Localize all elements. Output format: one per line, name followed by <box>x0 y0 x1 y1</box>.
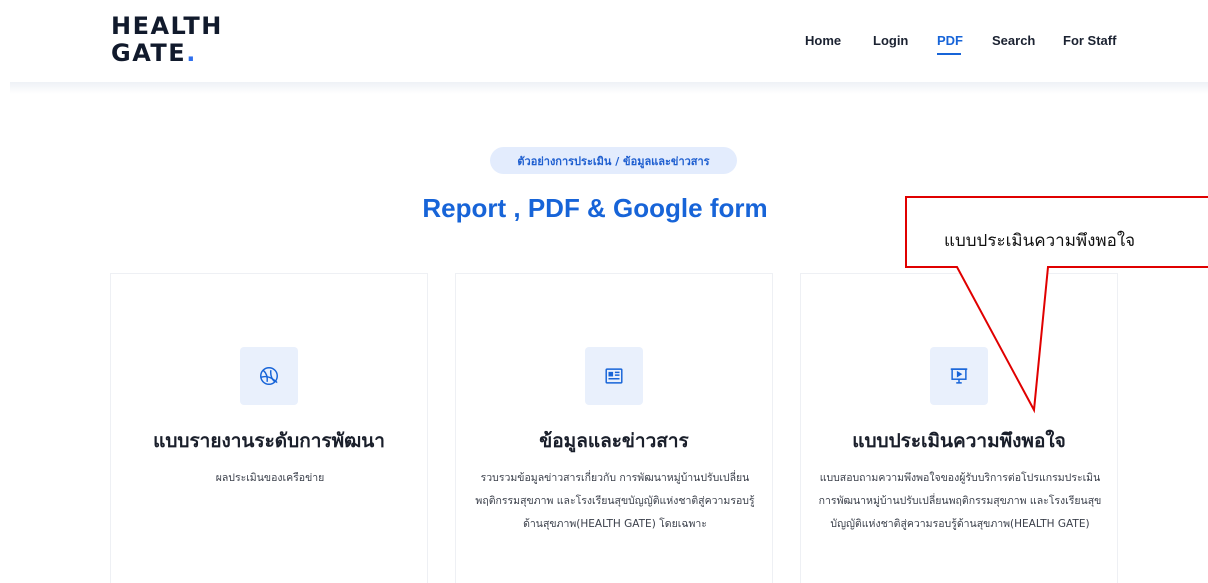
card-description: รวบรวมข้อมูลข่าวสารเกี่ยวกับ การพัฒนาหมู… <box>475 472 755 530</box>
nav-pdf[interactable]: PDF <box>937 33 963 48</box>
section-title-text: Report , PDF & Google form <box>422 193 768 223</box>
newspaper-icon <box>605 368 623 384</box>
card-description: ผลประเมินของเครือข่าย <box>215 472 325 484</box>
site-header: HEALTH GATE. Home Login PDF Search For S… <box>0 0 1208 84</box>
logo-line-1: HEALTH <box>111 12 223 40</box>
presentation-icon <box>950 368 968 384</box>
card-development-report[interactable]: แบบรายงานระดับการพัฒนา ผลประเมินของเครือ… <box>110 273 428 583</box>
card-icon-box <box>585 347 643 405</box>
card-title: ข้อมูลและข่าวสาร <box>539 430 689 452</box>
logo-dot: . <box>186 39 197 67</box>
card-icon-box <box>930 347 988 405</box>
card-satisfaction-survey[interactable]: แบบประเมินความพึงพอใจ แบบสอบถามความพึงพอ… <box>800 273 1118 583</box>
nav-for-staff[interactable]: For Staff <box>1063 33 1116 48</box>
card-description: แบบสอบถามความพึงพอใจของผู้รับบริการต่อโป… <box>818 472 1102 530</box>
basketball-icon <box>260 367 278 385</box>
card-title: แบบประเมินความพึงพอใจ <box>852 430 1066 452</box>
nav-home[interactable]: Home <box>805 33 841 48</box>
section-title: Report , PDF & Google form <box>0 193 1208 224</box>
header-shadow <box>10 82 1208 94</box>
logo-word: GATE <box>111 39 187 67</box>
nav-search[interactable]: Search <box>992 33 1035 48</box>
section-pill: ตัวอย่างการประเมิน / ข้อมูลและข่าวสาร <box>490 147 737 174</box>
logo-line-2: GATE. <box>111 40 223 67</box>
site-logo[interactable]: HEALTH GATE. <box>111 13 223 67</box>
nav-login[interactable]: Login <box>873 33 908 48</box>
card-title: แบบรายงานระดับการพัฒนา <box>153 430 385 452</box>
callout-text: แบบประเมินความพึงพอใจ <box>944 231 1136 251</box>
card-icon-box <box>240 347 298 405</box>
nav-active-underline <box>937 53 961 55</box>
card-news[interactable]: ข้อมูลและข่าวสาร รวบรวมข้อมูลข่าวสารเกี่… <box>455 273 773 583</box>
